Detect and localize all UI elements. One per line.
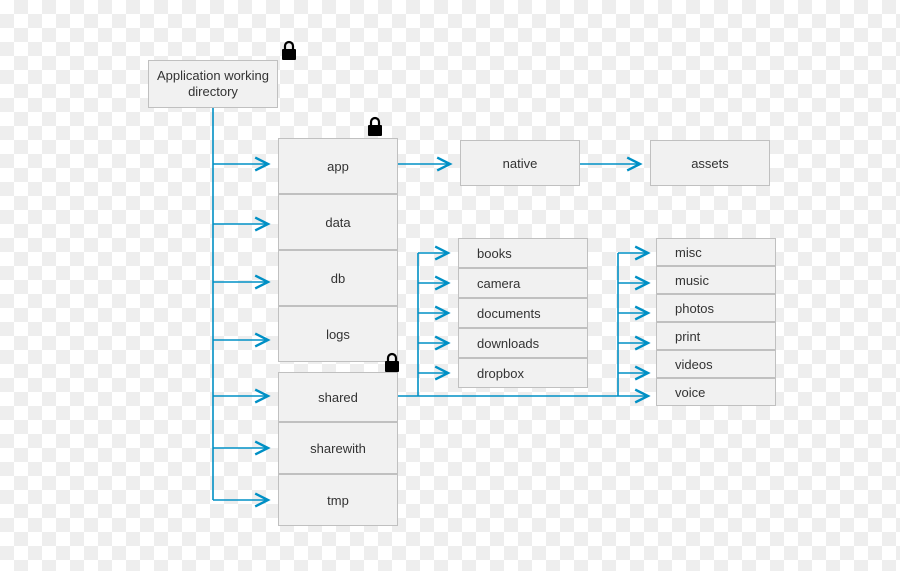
node-label: camera [477,276,520,291]
node-label: print [675,329,700,344]
node-label: voice [675,385,705,400]
lock-icon [383,352,401,374]
node-label: app [327,159,349,174]
node-app: app [278,138,398,194]
node-music: music [656,266,776,294]
node-label: videos [675,357,713,372]
node-label: Application working directory [149,68,277,101]
node-label: data [325,215,350,230]
node-label: misc [675,245,702,260]
node-documents: documents [458,298,588,328]
node-data: data [278,194,398,250]
node-root: Application working directory [148,60,278,108]
node-books: books [458,238,588,268]
node-label: books [477,246,512,261]
lock-icon [280,40,298,62]
node-assets: assets [650,140,770,186]
node-voice: voice [656,378,776,406]
node-shared: shared [278,372,398,422]
node-label: tmp [327,493,349,508]
node-native: native [460,140,580,186]
node-label: shared [318,390,358,405]
node-db: db [278,250,398,306]
node-print: print [656,322,776,350]
node-photos: photos [656,294,776,322]
node-label: logs [326,327,350,342]
node-label: downloads [477,336,539,351]
node-label: dropbox [477,366,524,381]
node-label: music [675,273,709,288]
node-label: photos [675,301,714,316]
node-label: native [503,156,538,171]
node-videos: videos [656,350,776,378]
node-label: documents [477,306,541,321]
node-downloads: downloads [458,328,588,358]
node-dropbox: dropbox [458,358,588,388]
node-sharewith: sharewith [278,422,398,474]
node-logs: logs [278,306,398,362]
node-label: assets [691,156,729,171]
node-label: db [331,271,345,286]
node-label: sharewith [310,441,366,456]
node-camera: camera [458,268,588,298]
lock-icon [366,116,384,138]
node-misc: misc [656,238,776,266]
node-tmp: tmp [278,474,398,526]
